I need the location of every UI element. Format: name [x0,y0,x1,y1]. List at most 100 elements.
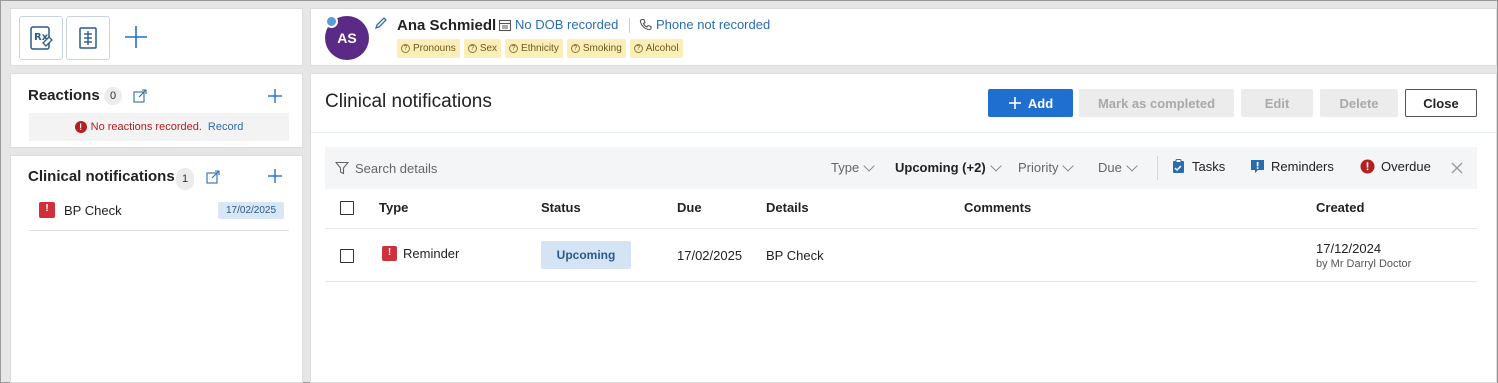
document-icon [79,27,97,49]
phone-text: Phone not recorded [656,17,771,32]
notifications-count-badge: 1 [176,168,194,190]
add-quick-action-button[interactable] [121,22,151,52]
row-due: 17/02/2025 [677,248,743,263]
tag-label: Ethnicity [521,43,559,54]
prescription-icon: Rx [30,26,53,50]
notification-label: BP Check [64,203,122,218]
phone-icon [639,18,652,30]
question-icon: ? [401,44,410,53]
calendar-icon [498,19,512,31]
row-details: BP Check [766,248,824,263]
expand-icon[interactable] [206,170,220,184]
tasks-toggle[interactable]: Tasks [1171,159,1225,174]
edit-button[interactable]: Edit [1241,89,1313,117]
clinical-document-button[interactable] [66,16,110,60]
mark-completed-button[interactable]: Mark as completed [1079,89,1234,117]
delete-button[interactable]: Delete [1320,89,1398,117]
add-notification-button[interactable] [267,168,283,184]
quick-actions-toolbar: Rx [10,8,303,66]
error-icon: ! [74,121,87,133]
tag-label: Sex [479,43,498,54]
filter-bar: Type Upcoming (+2) Priority Due Tasks [325,147,1477,189]
phone-link[interactable]: Phone not recorded [639,17,770,32]
header-divider [311,132,1496,133]
overdue-toggle-label: Overdue [1381,159,1431,174]
tasks-toggle-label: Tasks [1192,159,1226,174]
patient-name: Ana Schmiedl [397,17,497,34]
tasks-icon [1173,159,1184,173]
question-icon: ? [509,44,519,53]
plus-icon [125,26,147,48]
notifications-panel-title: Clinical notifications [28,168,175,185]
row-checkbox[interactable] [340,249,354,263]
plus-icon [1008,97,1021,109]
type-filter-dropdown[interactable]: Type [831,159,875,175]
tag-label: Smoking [582,43,622,54]
reactions-panel: Reactions 0 ! No reactions recorded. Rec… [10,73,303,148]
patient-banner: AS Ana Schmiedl No DOB recorded Phone no… [310,8,1497,66]
column-details[interactable]: Details [766,200,809,215]
tag-label: Pronouns [413,43,456,54]
due-filter-label: Due [1098,160,1122,175]
avatar-status-dot [325,15,338,28]
dob-link[interactable]: No DOB recorded [498,17,618,32]
question-icon: ? [633,44,643,53]
page-title: Clinical notifications [325,91,492,112]
status-badge: Upcoming [541,241,631,269]
notification-date-badge: 17/02/2025 [218,202,285,219]
question-icon: ? [467,44,477,53]
add-reaction-button[interactable] [267,88,283,104]
question-icon: ? [570,44,580,53]
no-reactions-text: No reactions recorded. [90,121,202,133]
priority-filter-dropdown[interactable]: Priority [1018,159,1075,175]
add-button-label: Add [1027,95,1054,111]
tag-smoking[interactable]: ? Smoking [566,39,626,58]
clinical-notifications-panel: Clinical notifications 1 ! BP Check 17/0… [10,155,303,383]
chevron-down-icon [989,159,1002,172]
filter-icon [335,161,349,175]
record-reaction-link[interactable]: Record [208,121,243,133]
filter-divider [1157,156,1158,180]
tag-sex[interactable]: ? Sex [463,39,502,58]
tag-pronouns[interactable]: ? Pronouns [397,39,460,58]
row-created-by: by Mr Darryl Doctor [1316,258,1412,270]
due-filter-dropdown[interactable]: Due [1098,159,1138,175]
close-button[interactable]: Close [1405,89,1477,117]
table-row[interactable]: ! Reminder Upcoming 17/02/2025 BP Check … [325,229,1477,282]
row-created-date: 17/12/2024 [1316,241,1382,256]
tag-label: Alcohol [645,43,679,54]
column-due[interactable]: Due [677,200,702,215]
tag-alcohol[interactable]: ? Alcohol [629,39,683,58]
expand-icon[interactable] [133,89,147,103]
reminders-toggle[interactable]: Reminders [1250,159,1334,174]
reactions-title: Reactions [28,87,100,104]
dob-text: No DOB recorded [515,17,619,32]
status-filter-label: Upcoming (+2) [895,160,986,175]
pencil-icon[interactable] [374,16,388,30]
add-button[interactable]: Add [988,89,1073,117]
chevron-down-icon [863,159,875,172]
column-type[interactable]: Type [379,200,408,215]
main-panel: Clinical notifications Add Mark as compl… [310,73,1497,383]
reminder-icon: ! [39,202,55,218]
overdue-toggle[interactable]: Overdue [1360,159,1431,174]
column-status[interactable]: Status [541,200,581,215]
priority-filter-label: Priority [1018,160,1059,175]
type-filter-label: Type [831,160,860,175]
chevron-down-icon [1062,159,1075,172]
chevron-down-icon [1126,159,1138,172]
status-filter-dropdown[interactable]: Upcoming (+2) [895,159,1002,175]
notification-list-item[interactable]: ! BP Check 17/02/2025 [29,199,289,231]
no-reactions-message: ! No reactions recorded. Record [29,113,289,141]
search-input[interactable] [355,157,655,179]
reactions-count-badge: 0 [104,87,122,105]
column-created[interactable]: Created [1316,200,1364,215]
select-all-checkbox[interactable] [340,201,354,215]
tag-ethnicity[interactable]: ? Ethnicity [505,39,563,58]
patient-tags: ? Pronouns ? Sex ? Ethnicity ? Smoking ? Alco… [397,39,683,58]
column-comments[interactable]: Comments [964,200,1031,215]
reminder-icon: ! [382,246,397,261]
clear-filters-icon[interactable] [1450,161,1464,175]
prescription-button[interactable]: Rx [19,16,63,60]
header-divider [629,18,630,33]
